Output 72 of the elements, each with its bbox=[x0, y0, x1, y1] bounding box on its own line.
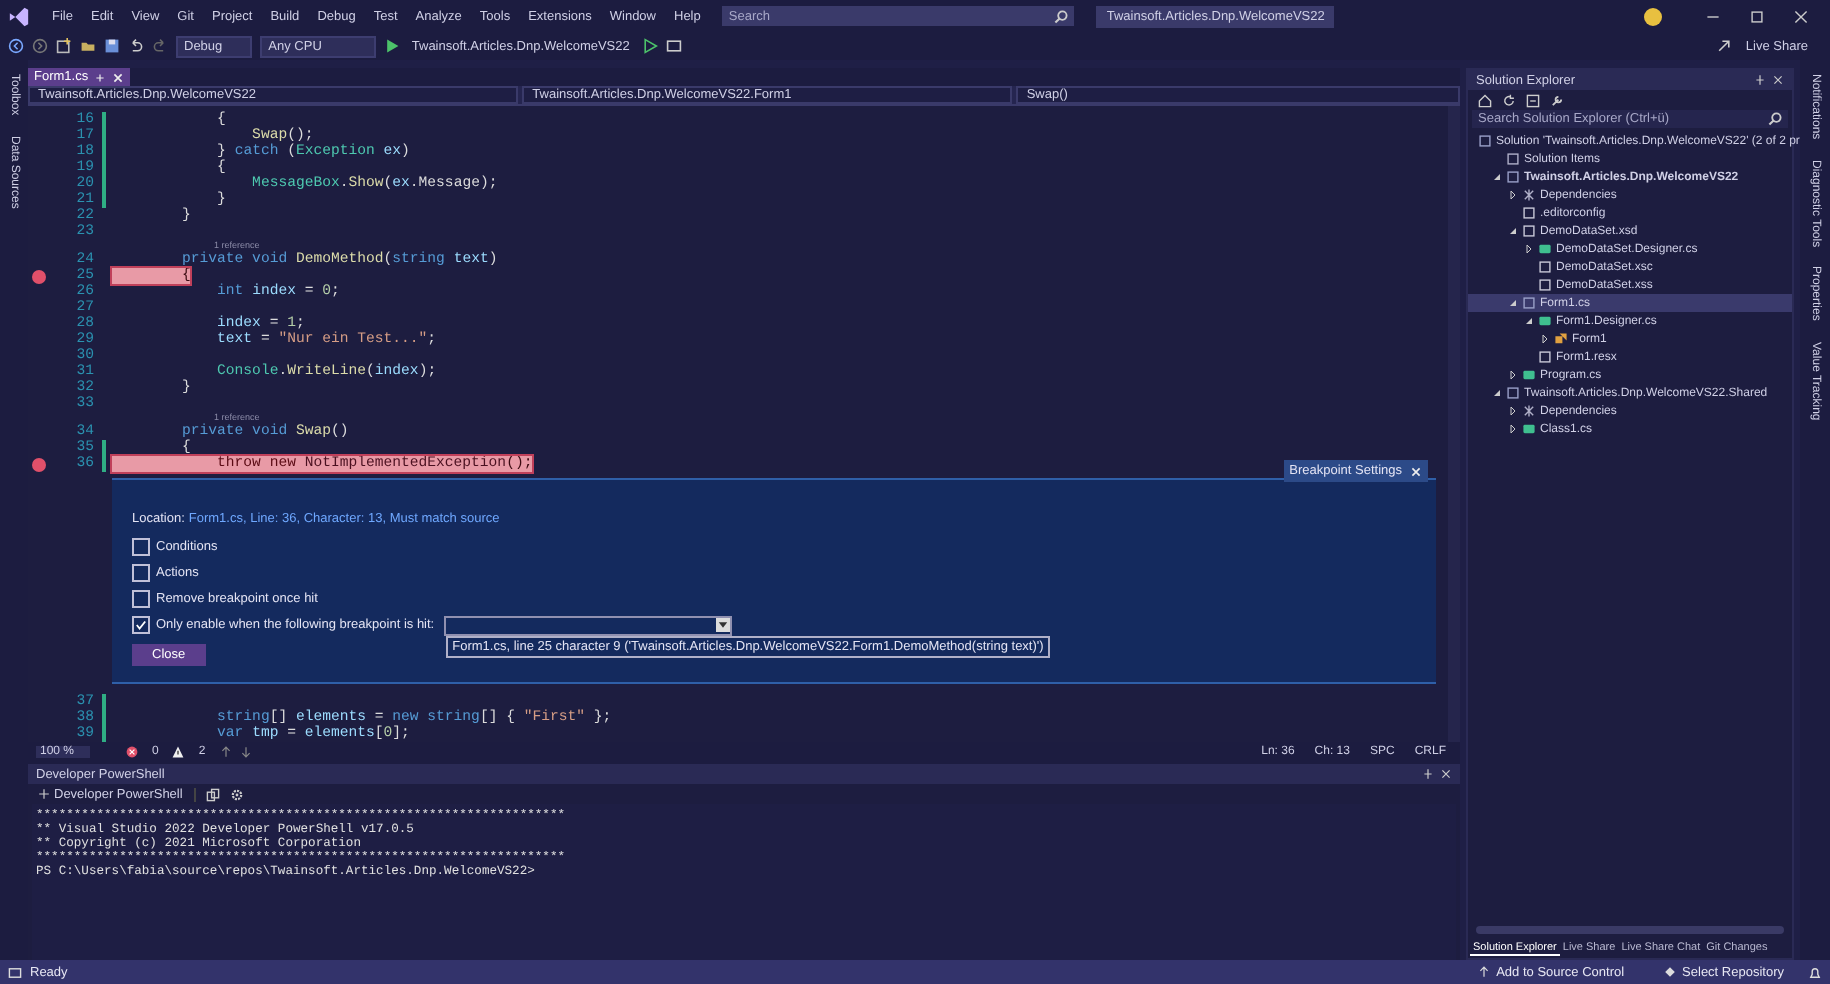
close-icon[interactable] bbox=[1772, 74, 1784, 86]
code-icon bbox=[1522, 422, 1536, 436]
class-icon bbox=[1554, 332, 1568, 346]
expanded-arrow-icon[interactable] bbox=[1507, 298, 1517, 308]
up-arrow-icon[interactable] bbox=[219, 745, 232, 757]
code-icon bbox=[1538, 314, 1552, 328]
dependencies-icon bbox=[1522, 404, 1536, 418]
avatar-icon[interactable] bbox=[1644, 7, 1662, 25]
play-outline-icon[interactable] bbox=[641, 38, 658, 54]
scrollbar[interactable] bbox=[1476, 926, 1784, 934]
home-icon[interactable] bbox=[1478, 93, 1492, 107]
project-icon bbox=[1506, 170, 1520, 184]
down-arrow-icon[interactable] bbox=[239, 745, 252, 757]
code-icon bbox=[1522, 368, 1536, 382]
share-icon bbox=[1715, 38, 1732, 54]
breakpoint-icon[interactable] bbox=[32, 457, 46, 471]
dataset-icon bbox=[1522, 224, 1536, 238]
breakpoint-dropdown[interactable] bbox=[444, 615, 733, 635]
window-icon[interactable] bbox=[665, 38, 682, 54]
caret-icon bbox=[716, 617, 731, 631]
collapsed-arrow-icon[interactable] bbox=[1539, 334, 1549, 344]
maximize-icon[interactable] bbox=[1750, 9, 1764, 23]
checkbox[interactable] bbox=[132, 616, 150, 634]
warning-icon[interactable] bbox=[172, 745, 185, 757]
expanded-arrow-icon[interactable] bbox=[1491, 172, 1501, 182]
search-icon[interactable] bbox=[1768, 112, 1782, 126]
collapsed-arrow-icon[interactable] bbox=[1507, 424, 1517, 434]
project-icon bbox=[1506, 386, 1520, 400]
folder-icon bbox=[1506, 152, 1520, 166]
folder-icon[interactable] bbox=[80, 38, 96, 54]
close-icon[interactable] bbox=[1440, 768, 1452, 780]
search-icon[interactable] bbox=[1054, 9, 1069, 23]
copy-icon[interactable] bbox=[206, 787, 221, 801]
scrollbar[interactable] bbox=[1448, 106, 1460, 742]
diamond-icon bbox=[1664, 966, 1677, 978]
file-icon bbox=[1538, 260, 1552, 274]
bell-icon[interactable] bbox=[1808, 965, 1822, 979]
save-icon[interactable] bbox=[104, 38, 120, 54]
wrench-icon[interactable] bbox=[1550, 93, 1564, 107]
checkbox[interactable] bbox=[132, 590, 150, 608]
expanded-arrow-icon[interactable] bbox=[1507, 226, 1517, 236]
dependencies-icon bbox=[1522, 188, 1536, 202]
checkbox[interactable] bbox=[132, 564, 150, 582]
solution-icon bbox=[1478, 134, 1492, 148]
dataset-icon bbox=[1538, 278, 1552, 292]
error-icon[interactable] bbox=[126, 745, 139, 757]
undo-icon[interactable] bbox=[128, 38, 144, 54]
collapsed-arrow-icon[interactable] bbox=[1507, 370, 1517, 380]
back-icon[interactable] bbox=[8, 38, 24, 54]
redo-icon[interactable] bbox=[152, 38, 168, 54]
file-icon bbox=[1522, 206, 1536, 220]
plus-icon bbox=[38, 788, 50, 800]
window-icon bbox=[8, 965, 22, 979]
collapse-icon[interactable] bbox=[1526, 93, 1540, 107]
play-icon bbox=[383, 38, 400, 54]
expanded-arrow-icon[interactable] bbox=[1491, 388, 1501, 398]
collapsed-arrow-icon[interactable] bbox=[1507, 406, 1517, 416]
collapsed-arrow-icon[interactable] bbox=[1507, 190, 1517, 200]
close-icon[interactable] bbox=[1794, 9, 1808, 23]
logo-icon bbox=[8, 5, 30, 27]
form-icon bbox=[1522, 296, 1536, 310]
settings-icon[interactable] bbox=[230, 787, 245, 801]
up-arrow-icon bbox=[1478, 966, 1491, 978]
expanded-arrow-icon[interactable] bbox=[1523, 316, 1533, 326]
forward-icon[interactable] bbox=[32, 38, 48, 54]
refresh-icon[interactable] bbox=[1502, 93, 1516, 107]
new-item-icon[interactable] bbox=[56, 38, 72, 54]
collapsed-arrow-icon[interactable] bbox=[1523, 244, 1533, 254]
code-icon bbox=[1538, 242, 1552, 256]
breakpoint-icon[interactable] bbox=[32, 269, 46, 283]
file-icon bbox=[1538, 350, 1552, 364]
checkbox[interactable] bbox=[132, 538, 150, 556]
